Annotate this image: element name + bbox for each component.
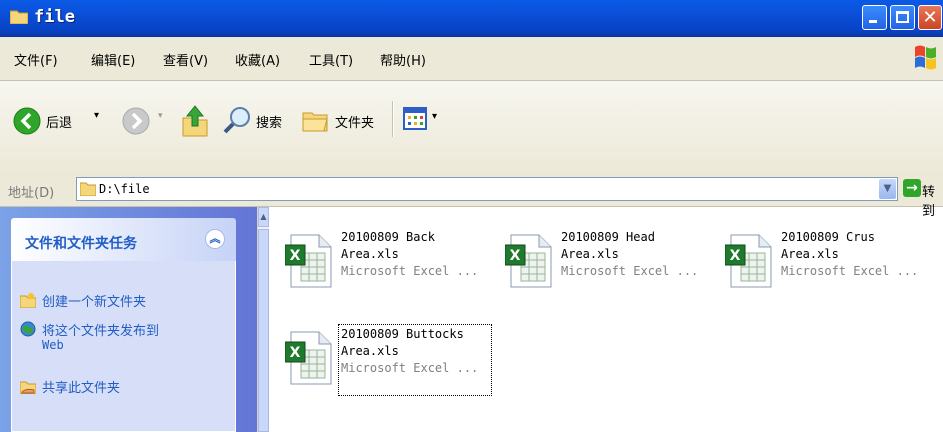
new-folder-icon [20,292,36,308]
address-path: D:\file [99,182,150,196]
task-pane: 文件和文件夹任务 ︽ 创建一个新文件夹 将这个文件夹发布到 Web 共享此文件夹 [0,207,257,432]
file-name: 20100809 Head Area.xls [561,230,655,261]
title-bar[interactable]: file ✕ [0,0,943,37]
excel-file-icon: X [725,234,772,288]
file-type: Microsoft Excel ... [341,361,479,375]
task-list: 创建一个新文件夹 将这个文件夹发布到 Web 共享此文件夹 [11,261,236,432]
windows-logo-icon [915,45,936,70]
file-name: 20100809 Buttocks Area.xls [341,327,464,358]
task-label: 创建一个新文件夹 [42,295,147,310]
file-type: Microsoft Excel ... [781,264,919,278]
task-panel-header[interactable]: 文件和文件夹任务 ︽ [11,218,236,261]
file-folder-tasks-panel: 文件和文件夹任务 ︽ 创建一个新文件夹 将这个文件夹发布到 Web 共享此文件夹 [11,218,236,432]
scroll-up-button[interactable]: ▲ [258,207,269,227]
maximize-icon [896,11,909,23]
svg-text:X: X [290,345,301,361]
excel-file-icon: X [285,331,332,385]
vertical-scrollbar[interactable]: ▲ [257,207,269,432]
file-type: Microsoft Excel ... [561,264,699,278]
menu-view[interactable]: 查看(V) [163,50,208,69]
search-icon [223,107,250,134]
window-title: file [34,7,75,27]
folders-button[interactable]: 文件夹 [301,105,385,135]
back-arrow-icon [13,107,41,135]
folder-icon [80,182,96,196]
address-input[interactable]: D:\file ▼ [76,177,898,201]
close-icon: ✕ [922,7,938,28]
views-dropdown-icon: ▾ [432,111,438,122]
search-label: 搜索 [256,116,283,131]
menu-bar: 文件(F) 编辑(E) 查看(V) 收藏(A) 工具(T) 帮助(H) [0,37,943,81]
toolbar-separator [392,101,394,137]
file-item[interactable]: X 20100809 Back Area.xls Microsoft Excel … [285,229,500,289]
close-button[interactable]: ✕ [918,5,942,30]
menu-favorites[interactable]: 收藏(A) [235,50,280,69]
forward-dropdown-icon[interactable]: ▾ [158,111,163,121]
folder-icon [10,10,28,24]
back-button[interactable]: 后退 ▾ [12,106,112,136]
address-label: 地址(D) [8,186,55,201]
go-button[interactable]: 转到 [922,181,943,219]
file-type: Microsoft Excel ... [341,264,479,278]
svg-text:X: X [510,248,521,264]
file-item-selected[interactable]: X 20100809 Buttocks Area.xls Microsoft Ex… [285,324,500,396]
file-item[interactable]: X 20100809 Head Area.xls Microsoft Excel … [505,229,720,289]
menu-help[interactable]: 帮助(H) [380,50,426,69]
svg-text:X: X [290,248,301,264]
menu-file[interactable]: 文件(F) [14,50,58,69]
task-panel-title: 文件和文件夹任务 [25,236,137,252]
file-name: 20100809 Back Area.xls [341,230,435,261]
search-button[interactable]: 搜索 [222,105,286,135]
svg-text:X: X [730,248,741,264]
maximize-button[interactable] [890,5,915,30]
folders-icon [302,112,328,132]
minimize-button[interactable] [862,5,887,30]
back-dropdown-icon[interactable]: ▾ [94,110,99,121]
toolbar: 后退 ▾ ▾ 搜索 文件夹 ▾ [0,81,943,175]
file-item[interactable]: X 20100809 Crus Area.xls Microsoft Excel … [725,229,940,289]
folders-label: 文件夹 [335,116,375,131]
excel-file-icon: X [505,234,552,288]
task-label: 共享此文件夹 [42,381,121,396]
minimize-icon [869,20,877,23]
task-label: 将这个文件夹发布到 [42,324,160,339]
file-name: 20100809 Crus Area.xls [781,230,875,261]
excel-file-icon: X [285,234,332,288]
publish-web-icon [20,321,36,337]
forward-button[interactable] [121,106,151,136]
menu-tools[interactable]: 工具(T) [309,50,353,69]
task-label-web: Web [42,338,64,352]
views-icon [403,107,427,130]
collapse-chevron-icon[interactable]: ︽ [205,229,225,249]
go-arrow-icon[interactable]: → [903,179,921,197]
up-folder-button[interactable] [179,104,211,138]
menu-edit[interactable]: 编辑(E) [91,50,135,69]
address-dropdown-button[interactable]: ▼ [879,179,896,199]
back-label: 后退 [46,116,73,131]
address-bar: 地址(D) D:\file ▼ → 转到 [0,174,943,219]
share-folder-icon [20,381,36,394]
views-button[interactable]: ▾ [403,106,443,134]
scroll-thumb[interactable] [258,229,269,432]
